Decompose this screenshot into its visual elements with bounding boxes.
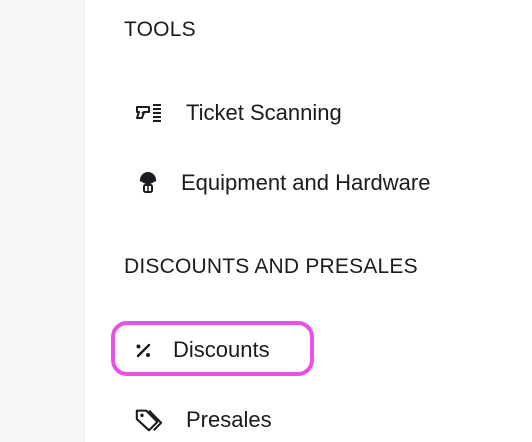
menu-item-ticket-scanning[interactable]: Ticket Scanning — [134, 93, 342, 133]
section-heading-discounts-and-presales: DISCOUNTS AND PRESALES — [124, 255, 418, 278]
menu-item-label: Equipment and Hardware — [181, 170, 431, 195]
menu-item-label: Ticket Scanning — [186, 100, 342, 125]
menu-item-equipment-and-hardware[interactable]: Equipment and Hardware — [133, 163, 430, 203]
menu-item-discounts[interactable]: Discounts — [128, 330, 270, 370]
menu-item-presales[interactable]: Presales — [134, 400, 272, 440]
scanner-icon — [134, 98, 164, 128]
menu-item-label: Presales — [186, 407, 272, 432]
hardware-icon — [133, 168, 163, 198]
percent-icon — [128, 335, 158, 365]
tags-icon — [134, 405, 164, 435]
section-heading-tools: TOOLS — [124, 18, 196, 41]
menu-item-label: Discounts — [173, 337, 270, 362]
left-gutter — [0, 0, 85, 442]
